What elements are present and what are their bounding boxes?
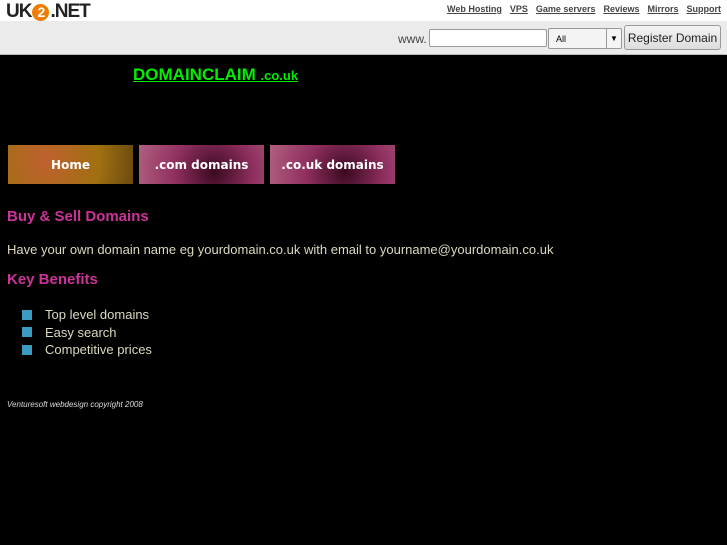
benefits-list: Top level domains Easy search Competitiv… (22, 306, 152, 359)
site-title-link[interactable]: DOMAINCLAIM .co.uk (133, 65, 298, 85)
list-item: Easy search (22, 324, 152, 342)
logo-number: 2 (32, 3, 50, 21)
bullet-icon (22, 309, 32, 320)
heading-key-benefits: Key Benefits (7, 271, 98, 288)
nav-com-domains[interactable]: .com domains (139, 145, 264, 184)
heading-buy-sell: Buy & Sell Domains (7, 208, 149, 225)
list-item: Top level domains (22, 306, 152, 324)
footer-copyright: Venturesoft webdesign copyright 2008 (7, 400, 143, 409)
benefit-label: Competitive prices (45, 342, 152, 358)
link-vps[interactable]: VPS (510, 4, 528, 14)
link-mirrors[interactable]: Mirrors (647, 4, 678, 14)
logo-text: UK (6, 1, 32, 22)
benefit-label: Top level domains (45, 307, 150, 323)
list-item: Competitive prices (22, 341, 152, 359)
nav-home[interactable]: Home (8, 145, 133, 184)
site-title-suffix: .co.uk (260, 68, 299, 83)
tld-select[interactable]: All ▼ (548, 28, 622, 49)
link-reviews[interactable]: Reviews (603, 4, 639, 14)
domain-search-bar: www. All ▼ Register Domain (0, 21, 727, 55)
logo-text-suffix: .NET (50, 1, 90, 22)
domain-input[interactable] (429, 29, 547, 47)
intro-text: Have your own domain name eg yourdomain.… (7, 242, 554, 257)
bullet-icon (22, 327, 32, 338)
uk2-logo[interactable]: UK 2 .NET (6, 1, 91, 23)
register-domain-button[interactable]: Register Domain (624, 25, 721, 50)
chevron-down-icon[interactable]: ▼ (606, 29, 621, 48)
link-game-servers[interactable]: Game servers (536, 4, 596, 14)
link-support[interactable]: Support (687, 4, 722, 14)
top-links: Web Hosting VPS Game servers Reviews Mir… (447, 4, 721, 14)
tld-selected-value: All (556, 34, 567, 44)
bullet-icon (22, 344, 32, 355)
www-label: www. (398, 32, 427, 46)
benefit-label: Easy search (45, 324, 117, 340)
nav-couk-domains[interactable]: .co.uk domains (270, 145, 395, 184)
link-web-hosting[interactable]: Web Hosting (447, 4, 502, 14)
site-title: DOMAINCLAIM (133, 65, 256, 84)
top-bar: UK 2 .NET Web Hosting VPS Game servers Rev… (0, 0, 727, 23)
